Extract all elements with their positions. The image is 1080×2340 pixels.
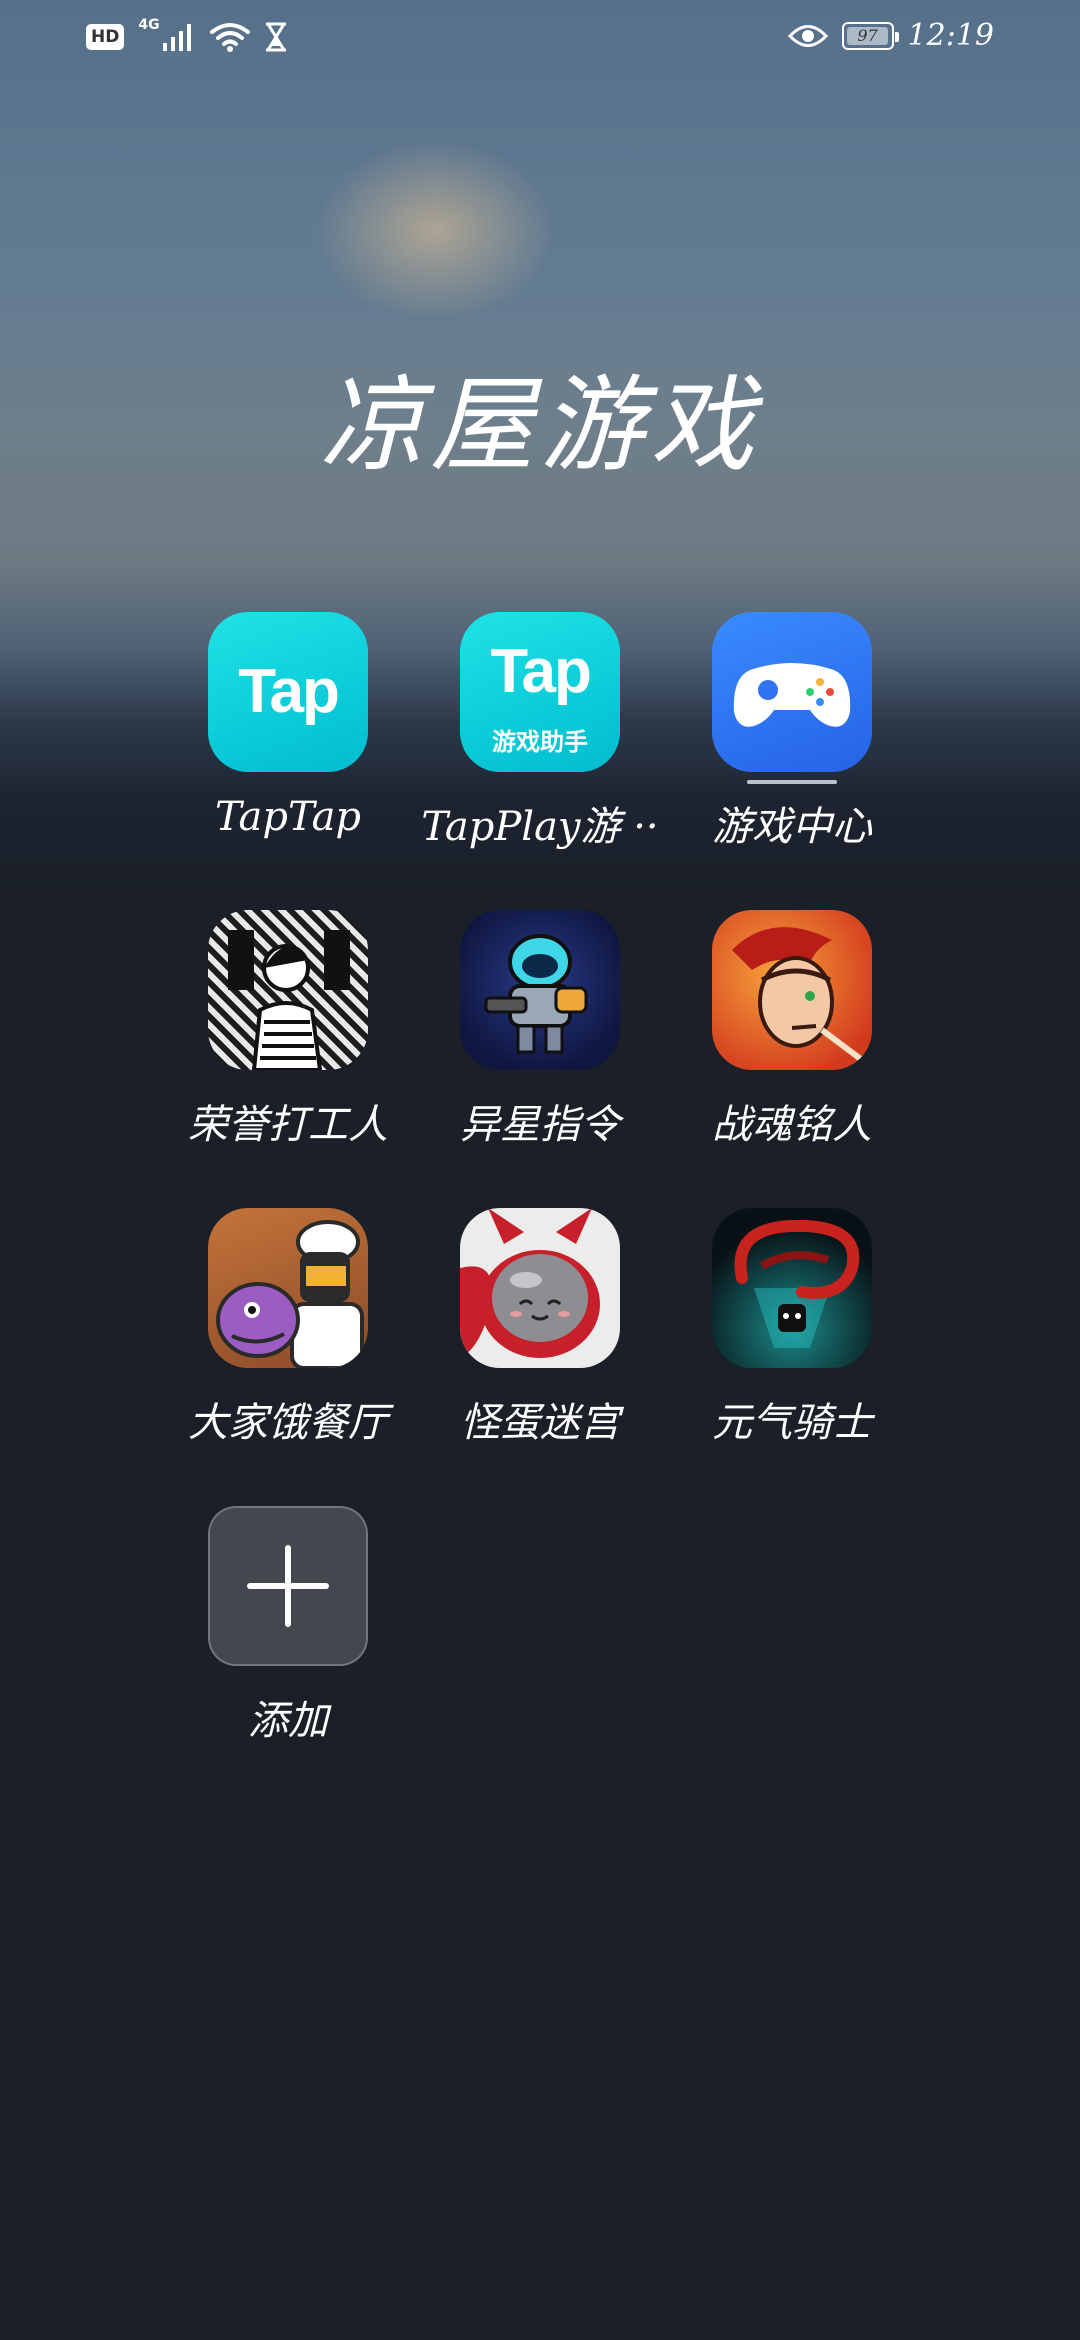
app-label: 元气骑士 [712, 1400, 872, 1446]
add-icon[interactable] [208, 1506, 368, 1666]
worker-figure-icon [228, 930, 350, 1070]
space-marine-icon [484, 934, 588, 1054]
app-game-center[interactable]: 游戏中心 [662, 612, 922, 852]
status-bar: HD 4G 97 12:19 [0, 0, 1080, 84]
wifi-icon [209, 23, 250, 52]
restaurant-characters-icon [216, 1220, 364, 1368]
knight-scarf-icon [734, 1219, 860, 1348]
zhanhun-mingren-icon[interactable] [712, 910, 872, 1070]
rongyu-dagongren-icon[interactable] [208, 910, 368, 1070]
gamepad-icon [733, 663, 851, 727]
app-dajia-e-canting[interactable]: 大家饿餐厅 [158, 1208, 418, 1448]
warrior-portrait-icon [732, 927, 864, 1063]
tapplay-icon-subtext: 游戏助手 [492, 728, 588, 756]
hd-badge: HD [86, 24, 125, 50]
app-label: 添加 [248, 1698, 328, 1744]
eye-comfort-icon [787, 24, 828, 47]
yixing-zhiling-icon[interactable] [460, 910, 620, 1070]
folder-title[interactable]: 凉屋游戏 [0, 340, 1080, 491]
app-label: TapPlay游 ·· [421, 804, 659, 850]
app-label: 异星指令 [460, 1102, 620, 1148]
app-label: 战魂铭人 [712, 1102, 872, 1148]
battery-indicator: 97 [841, 21, 899, 50]
app-label: TapTap [214, 794, 362, 840]
plus-icon [247, 1545, 329, 1627]
status-left: HD 4G [86, 17, 288, 52]
app-rongyu-dagongren[interactable]: 荣誉打工人 [158, 910, 418, 1150]
dajia-e-canting-icon[interactable] [208, 1208, 368, 1368]
app-guaidan-migong[interactable]: 怪蛋迷宫 [410, 1208, 670, 1448]
app-taptap[interactable]: Tap TapTap [158, 612, 418, 840]
app-label: 游戏中心 [712, 804, 872, 850]
clock: 12:19 [907, 18, 994, 53]
taptap-icon-text: Tap [238, 657, 340, 726]
status-right: 97 12:19 [787, 18, 994, 53]
app-yixing-zhiling[interactable]: 异星指令 [410, 910, 670, 1150]
tapplay-icon-text: Tap [490, 637, 592, 706]
guaidan-migong-icon[interactable] [460, 1208, 620, 1368]
app-label: 大家饿餐厅 [188, 1400, 388, 1446]
add-app-button[interactable]: 添加 [158, 1506, 418, 1746]
egg-monster-icon [460, 1208, 600, 1358]
game-center-icon[interactable] [712, 612, 872, 772]
battery-cap [894, 31, 899, 42]
tapplay-icon[interactable]: Tap 游戏助手 [460, 612, 620, 772]
app-label: 荣誉打工人 [188, 1102, 388, 1148]
signal-icon [162, 24, 191, 51]
taptap-icon[interactable]: Tap [208, 612, 368, 772]
running-indicator [747, 780, 837, 784]
app-tapplay[interactable]: Tap 游戏助手 TapPlay游 ·· [410, 612, 670, 852]
network-type: 4G [138, 17, 160, 33]
yuanqi-qishi-icon[interactable] [712, 1208, 872, 1368]
app-label: 怪蛋迷宫 [460, 1400, 620, 1446]
app-yuanqi-qishi[interactable]: 元气骑士 [662, 1208, 922, 1448]
battery-level: 97 [857, 26, 878, 45]
app-zhanhun-mingren[interactable]: 战魂铭人 [662, 910, 922, 1150]
hourglass-icon [265, 22, 286, 52]
